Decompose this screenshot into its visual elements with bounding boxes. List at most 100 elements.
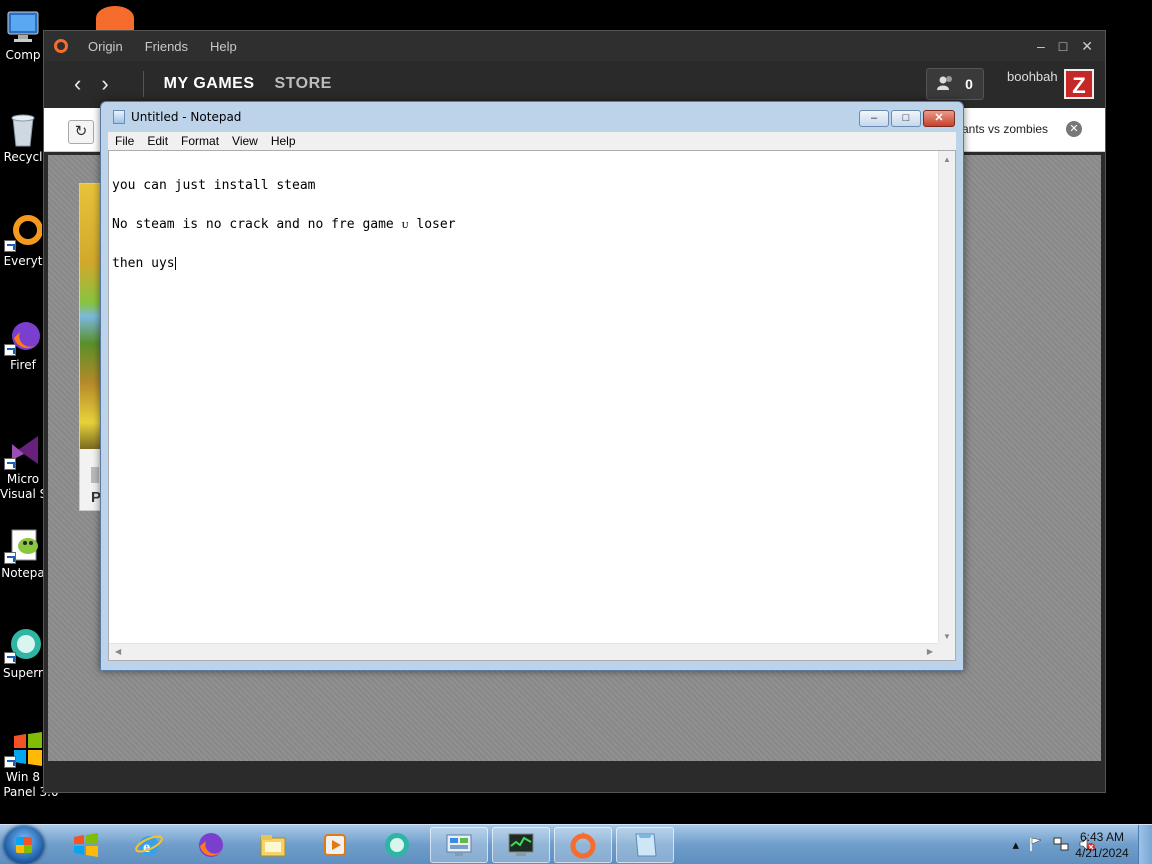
desktop-icon-label-line2: Visual S (0, 487, 46, 501)
media-player-icon (324, 834, 346, 856)
menu-file[interactable]: File (115, 134, 134, 148)
origin-titlebar[interactable]: Origin Friends Help – □ ✕ (44, 31, 1105, 61)
resize-grip-icon[interactable] (938, 643, 955, 660)
taskbar: e ▴ 6:43 AM 4/21/2024 (0, 824, 1152, 864)
origin-menu-origin[interactable]: Origin (88, 39, 123, 54)
text-line-last: then uys (112, 257, 456, 270)
menu-help[interactable]: Help (271, 134, 296, 148)
desktop-icon-label: Micro (6, 472, 40, 486)
back-arrow-icon[interactable]: ‹ (74, 71, 81, 97)
desktop-icon-firefox[interactable]: Firef (0, 318, 46, 373)
close-icon[interactable]: ✕ (1081, 38, 1093, 55)
network-icon[interactable] (1053, 836, 1069, 855)
shortcut-arrow-icon (4, 756, 16, 768)
desktop-icon-label: Everyt (3, 254, 43, 268)
origin-logo-icon (54, 39, 68, 53)
origin-statusbar (44, 762, 1105, 792)
close-button[interactable]: ✕ (923, 110, 955, 127)
menu-edit[interactable]: Edit (147, 134, 168, 148)
friends-icon (937, 75, 955, 94)
refresh-icon[interactable]: ↻ (68, 120, 94, 144)
clock-date: 4/21/2024 (1075, 846, 1129, 860)
windows-flag-icon (74, 833, 98, 857)
game-tile-button[interactable] (91, 467, 99, 483)
tab-my-games[interactable]: MY GAMES (164, 75, 255, 93)
taskbar-windows-flag[interactable] (56, 827, 114, 863)
scroll-right-icon[interactable]: ▶ (927, 647, 933, 656)
minimize-button[interactable]: – (859, 110, 889, 127)
nav-divider (142, 71, 144, 97)
taskbar-clock[interactable]: 6:43 AM 4/21/2024 (1071, 829, 1133, 861)
internet-explorer-icon: e (135, 835, 163, 856)
notepad-window-controls: – □ ✕ (859, 110, 955, 127)
desktop-icon-label: Recycl (3, 150, 43, 164)
taskbar-firefox[interactable] (182, 827, 240, 863)
text-line: you can just install steam (112, 178, 316, 193)
superrecorder-icon (4, 626, 42, 664)
maximize-icon[interactable]: □ (1059, 38, 1067, 55)
tray-expand-icon[interactable]: ▴ (1012, 837, 1019, 853)
notepad-menubar: File Edit Format View Help (108, 132, 956, 150)
notepad-titlebar[interactable]: Untitled - Notepad (101, 102, 963, 132)
desktop-icon-computer[interactable]: Comp (0, 8, 46, 63)
text-caret (174, 257, 176, 270)
origin-menu-help[interactable]: Help (210, 39, 237, 54)
scroll-up-icon[interactable]: ▲ (943, 155, 951, 164)
notepad-plus-plus-icon (4, 526, 42, 564)
shortcut-arrow-icon (4, 240, 16, 252)
text-line: then uys (112, 256, 175, 271)
horizontal-scrollbar[interactable]: ◀ ▶ (109, 643, 939, 660)
task-manager-icon (508, 833, 534, 856)
notepad-text-area[interactable]: you can just install steam No steam is n… (108, 150, 956, 661)
clear-search-icon[interactable]: ✕ (1066, 121, 1082, 137)
origin-icon (570, 832, 596, 859)
desktop-icon-recycle-bin[interactable]: Recycl (0, 110, 46, 165)
vertical-scrollbar[interactable]: ▲ ▼ (938, 151, 955, 645)
avatar[interactable]: Z (1064, 69, 1094, 99)
start-button[interactable] (4, 826, 44, 864)
shortcut-arrow-icon (4, 344, 16, 356)
notepad-icon (113, 110, 125, 124)
friends-button[interactable]: 0 (926, 68, 984, 100)
taskbar-notepad[interactable] (616, 827, 674, 863)
taskbar-origin[interactable] (554, 827, 612, 863)
show-desktop-button[interactable] (1138, 825, 1152, 864)
notepad-window: Untitled - Notepad – □ ✕ File Edit Forma… (100, 101, 964, 671)
desktop-icon-win8-panel[interactable]: Win 8 Panel 3.0 (0, 730, 59, 800)
desktop-icon-superrecorder[interactable]: Superr (0, 626, 46, 681)
scroll-left-icon[interactable]: ◀ (115, 647, 121, 656)
desktop-icon-everything[interactable]: Everyt (0, 214, 46, 269)
maximize-button[interactable]: □ (891, 110, 921, 127)
desktop-icon-label: Superr (3, 666, 43, 680)
taskbar-file-explorer[interactable] (244, 827, 302, 863)
firefox-icon (199, 833, 223, 857)
action-center-flag-icon[interactable] (1028, 836, 1044, 855)
desktop-icon-notepad-plus-plus[interactable]: Notepa (0, 526, 46, 581)
taskbar-control-panel[interactable] (430, 827, 488, 863)
taskbar-task-manager[interactable] (492, 827, 550, 863)
taskbar-internet-explorer[interactable]: e (120, 827, 178, 863)
taskbar-media-player[interactable] (306, 827, 364, 863)
origin-menu-friends[interactable]: Friends (145, 39, 188, 54)
menu-view[interactable]: View (232, 134, 258, 148)
desktop-icon-label: Firef (10, 358, 36, 372)
shortcut-arrow-icon (4, 552, 16, 564)
desktop-icon-label: Notepa (1, 566, 45, 580)
username[interactable]: boohbah (1007, 69, 1058, 84)
origin-desktop-icon[interactable] (96, 6, 134, 30)
clock-time: 6:43 AM (1079, 830, 1125, 844)
recycle-bin-icon (4, 110, 42, 148)
origin-window-controls: – □ ✕ (1037, 38, 1105, 55)
text-line: No steam is no crack and no fre game ᴜ l… (112, 217, 456, 232)
menu-format[interactable]: Format (181, 134, 219, 148)
scroll-down-icon[interactable]: ▼ (943, 632, 951, 641)
computer-icon (4, 8, 42, 46)
notepad-icon (635, 833, 657, 857)
forward-arrow-icon[interactable]: › (101, 71, 108, 97)
shortcut-arrow-icon (4, 652, 16, 664)
taskbar-superrecorder[interactable] (368, 827, 426, 863)
everything-search-icon (4, 214, 43, 252)
desktop-icon-visual-studio[interactable]: Micro Visual S (0, 432, 46, 502)
minimize-icon[interactable]: – (1037, 38, 1045, 55)
tab-store[interactable]: STORE (274, 75, 331, 93)
